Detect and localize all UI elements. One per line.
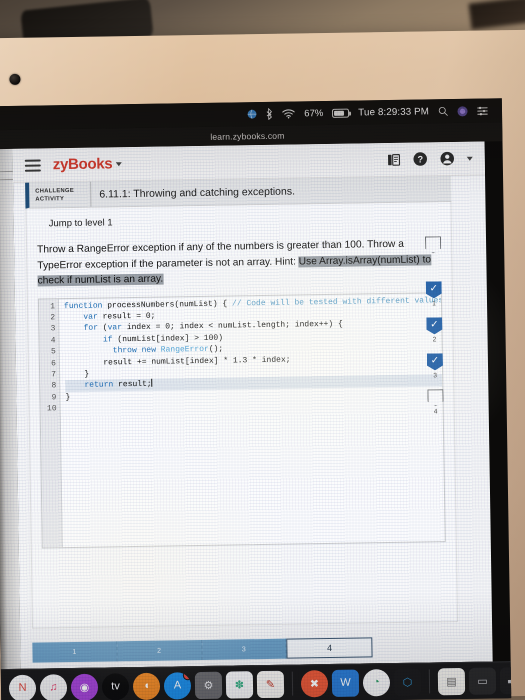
- level-badge-top: [425, 236, 441, 253]
- level-badge-1-number: 1: [432, 300, 436, 308]
- account-chevron-down-icon[interactable]: [466, 156, 473, 161]
- control-center-icon[interactable]: [477, 106, 488, 115]
- challenge-activity-tag: CHALLENGE ACTIVITY: [29, 181, 92, 208]
- level-badge-2[interactable]: ✓: [426, 317, 442, 334]
- line-number: 5: [50, 347, 56, 357]
- check-icon: ✓: [430, 354, 440, 366]
- line-number: 3: [50, 324, 56, 334]
- activity-footer: 1234 Check Try again Feedback?: [32, 622, 460, 669]
- globe-icon[interactable]: [247, 109, 257, 119]
- chevron-down-icon: [115, 162, 122, 167]
- svg-text:?: ?: [417, 154, 423, 164]
- dock-icon-system-preferences[interactable]: ⚙: [194, 671, 223, 699]
- dock-separator: [291, 671, 294, 696]
- dock-icon-news[interactable]: N: [8, 674, 37, 700]
- check-icon: ✓: [430, 318, 439, 330]
- jump-to-level-link[interactable]: Jump to level 1: [37, 212, 441, 229]
- menu-bar-clock[interactable]: Tue 8:29:33 PM: [358, 106, 429, 118]
- battery-percentage-label: 67%: [304, 107, 324, 119]
- line-number: 8: [51, 381, 57, 391]
- bluetooth-icon[interactable]: [266, 107, 273, 120]
- battery-icon[interactable]: [332, 108, 350, 118]
- progress-segment-2[interactable]: 2: [117, 640, 203, 662]
- laptop-body: 67% Tue 8:29:33 PM learn.zybooks.com zyB…: [0, 29, 525, 700]
- dock-icon-x-app[interactable]: ✖: [300, 669, 329, 697]
- dock-icon-terminal-window[interactable]: ▬●: [499, 666, 512, 694]
- dock-icon-microsoft-word[interactable]: W: [331, 669, 360, 697]
- background-object-secondary: [468, 0, 525, 30]
- progress-segment-4[interactable]: 4: [286, 637, 373, 659]
- dock-icon-podcasts[interactable]: ◉: [70, 673, 99, 700]
- browser-viewport: zyBooks ? CHALLENGE ACTIVITY 6.11.1: Thr…: [12, 141, 493, 669]
- dock-icon-books[interactable]: ◖: [132, 672, 161, 700]
- nav-spacer: [133, 160, 374, 164]
- progress-segment-1[interactable]: 1: [32, 641, 118, 663]
- level-progress-bar: 1234: [32, 637, 373, 663]
- dock-icon-app-store[interactable]: A7: [163, 671, 192, 700]
- level-progress-rail: ✓ 1 ✓ 2 ✓ 3 4: [417, 236, 452, 425]
- siri-icon[interactable]: [457, 105, 468, 116]
- dock-badge: 7: [182, 671, 192, 680]
- line-number: 4: [50, 335, 56, 346]
- level-badge-3-number: 3: [433, 372, 438, 380]
- dock-icon-guitar-app[interactable]: ◔: [362, 668, 391, 696]
- dock-icon-slack[interactable]: ✽: [225, 670, 254, 699]
- activity-prompt: Throw a RangeError exception if any of t…: [37, 236, 442, 289]
- level-badge-2-number: 2: [432, 336, 437, 344]
- line-number: 6: [51, 358, 56, 368]
- activity-body: ✓ 1 ✓ 2 ✓ 3 4 Jump to level 1 Throw a Ra…: [25, 202, 459, 629]
- line-number: 1: [50, 301, 56, 311]
- webcam-icon: [9, 73, 21, 85]
- level-badge-3[interactable]: ✓: [427, 353, 443, 370]
- code-editor[interactable]: 1 2 3 4 5 6 7 8 9 10 function processNumbers(numL…: [37, 291, 446, 549]
- dock-icon-notability[interactable]: ✎: [256, 670, 285, 698]
- code-content[interactable]: function processNumbers(numList) { // Co…: [59, 293, 445, 547]
- progress-segment-3[interactable]: 3: [201, 638, 287, 661]
- spotlight-search-icon[interactable]: [438, 106, 448, 116]
- photograph-of-laptop: 67% Tue 8:29:33 PM learn.zybooks.com zyB…: [0, 0, 525, 700]
- dock-icon-apple-tv[interactable]: tv: [101, 672, 130, 700]
- laptop-screen: 67% Tue 8:29:33 PM learn.zybooks.com zyB…: [0, 98, 512, 700]
- dock-separator: [428, 669, 431, 694]
- zybooks-logo[interactable]: zyBooks: [53, 155, 122, 173]
- catalog-icon[interactable]: [387, 152, 401, 166]
- level-badge-4-number: 4: [433, 408, 438, 416]
- wifi-icon[interactable]: [282, 108, 295, 119]
- dock-icon-visual-studio-code[interactable]: ⬡: [393, 668, 422, 696]
- dock-icon-finder-window[interactable]: ▭: [468, 666, 497, 695]
- challenge-tag-line2: ACTIVITY: [35, 195, 65, 203]
- line-number: 10: [46, 404, 57, 414]
- line-number: 2: [50, 313, 56, 323]
- account-circle-icon[interactable]: [440, 151, 455, 166]
- line-number: 9: [51, 393, 57, 403]
- dock-icon-document-file[interactable]: ▤: [437, 667, 466, 695]
- brand-label: zyBooks: [52, 155, 113, 174]
- help-circle-icon[interactable]: ?: [413, 151, 428, 166]
- level-badge-4[interactable]: [427, 389, 443, 406]
- check-icon: ✓: [429, 282, 439, 294]
- url-text: learn.zybooks.com: [210, 130, 285, 142]
- dock-icon-music[interactable]: ♫: [39, 673, 68, 700]
- level-badge-1[interactable]: ✓: [426, 281, 442, 298]
- hamburger-menu-icon[interactable]: [24, 158, 41, 172]
- line-number: 7: [51, 370, 57, 380]
- macos-dock: N♫◉tv◖A7⚙✽✎✖W◔⬡▤▭▬●ᴖ: [0, 661, 512, 700]
